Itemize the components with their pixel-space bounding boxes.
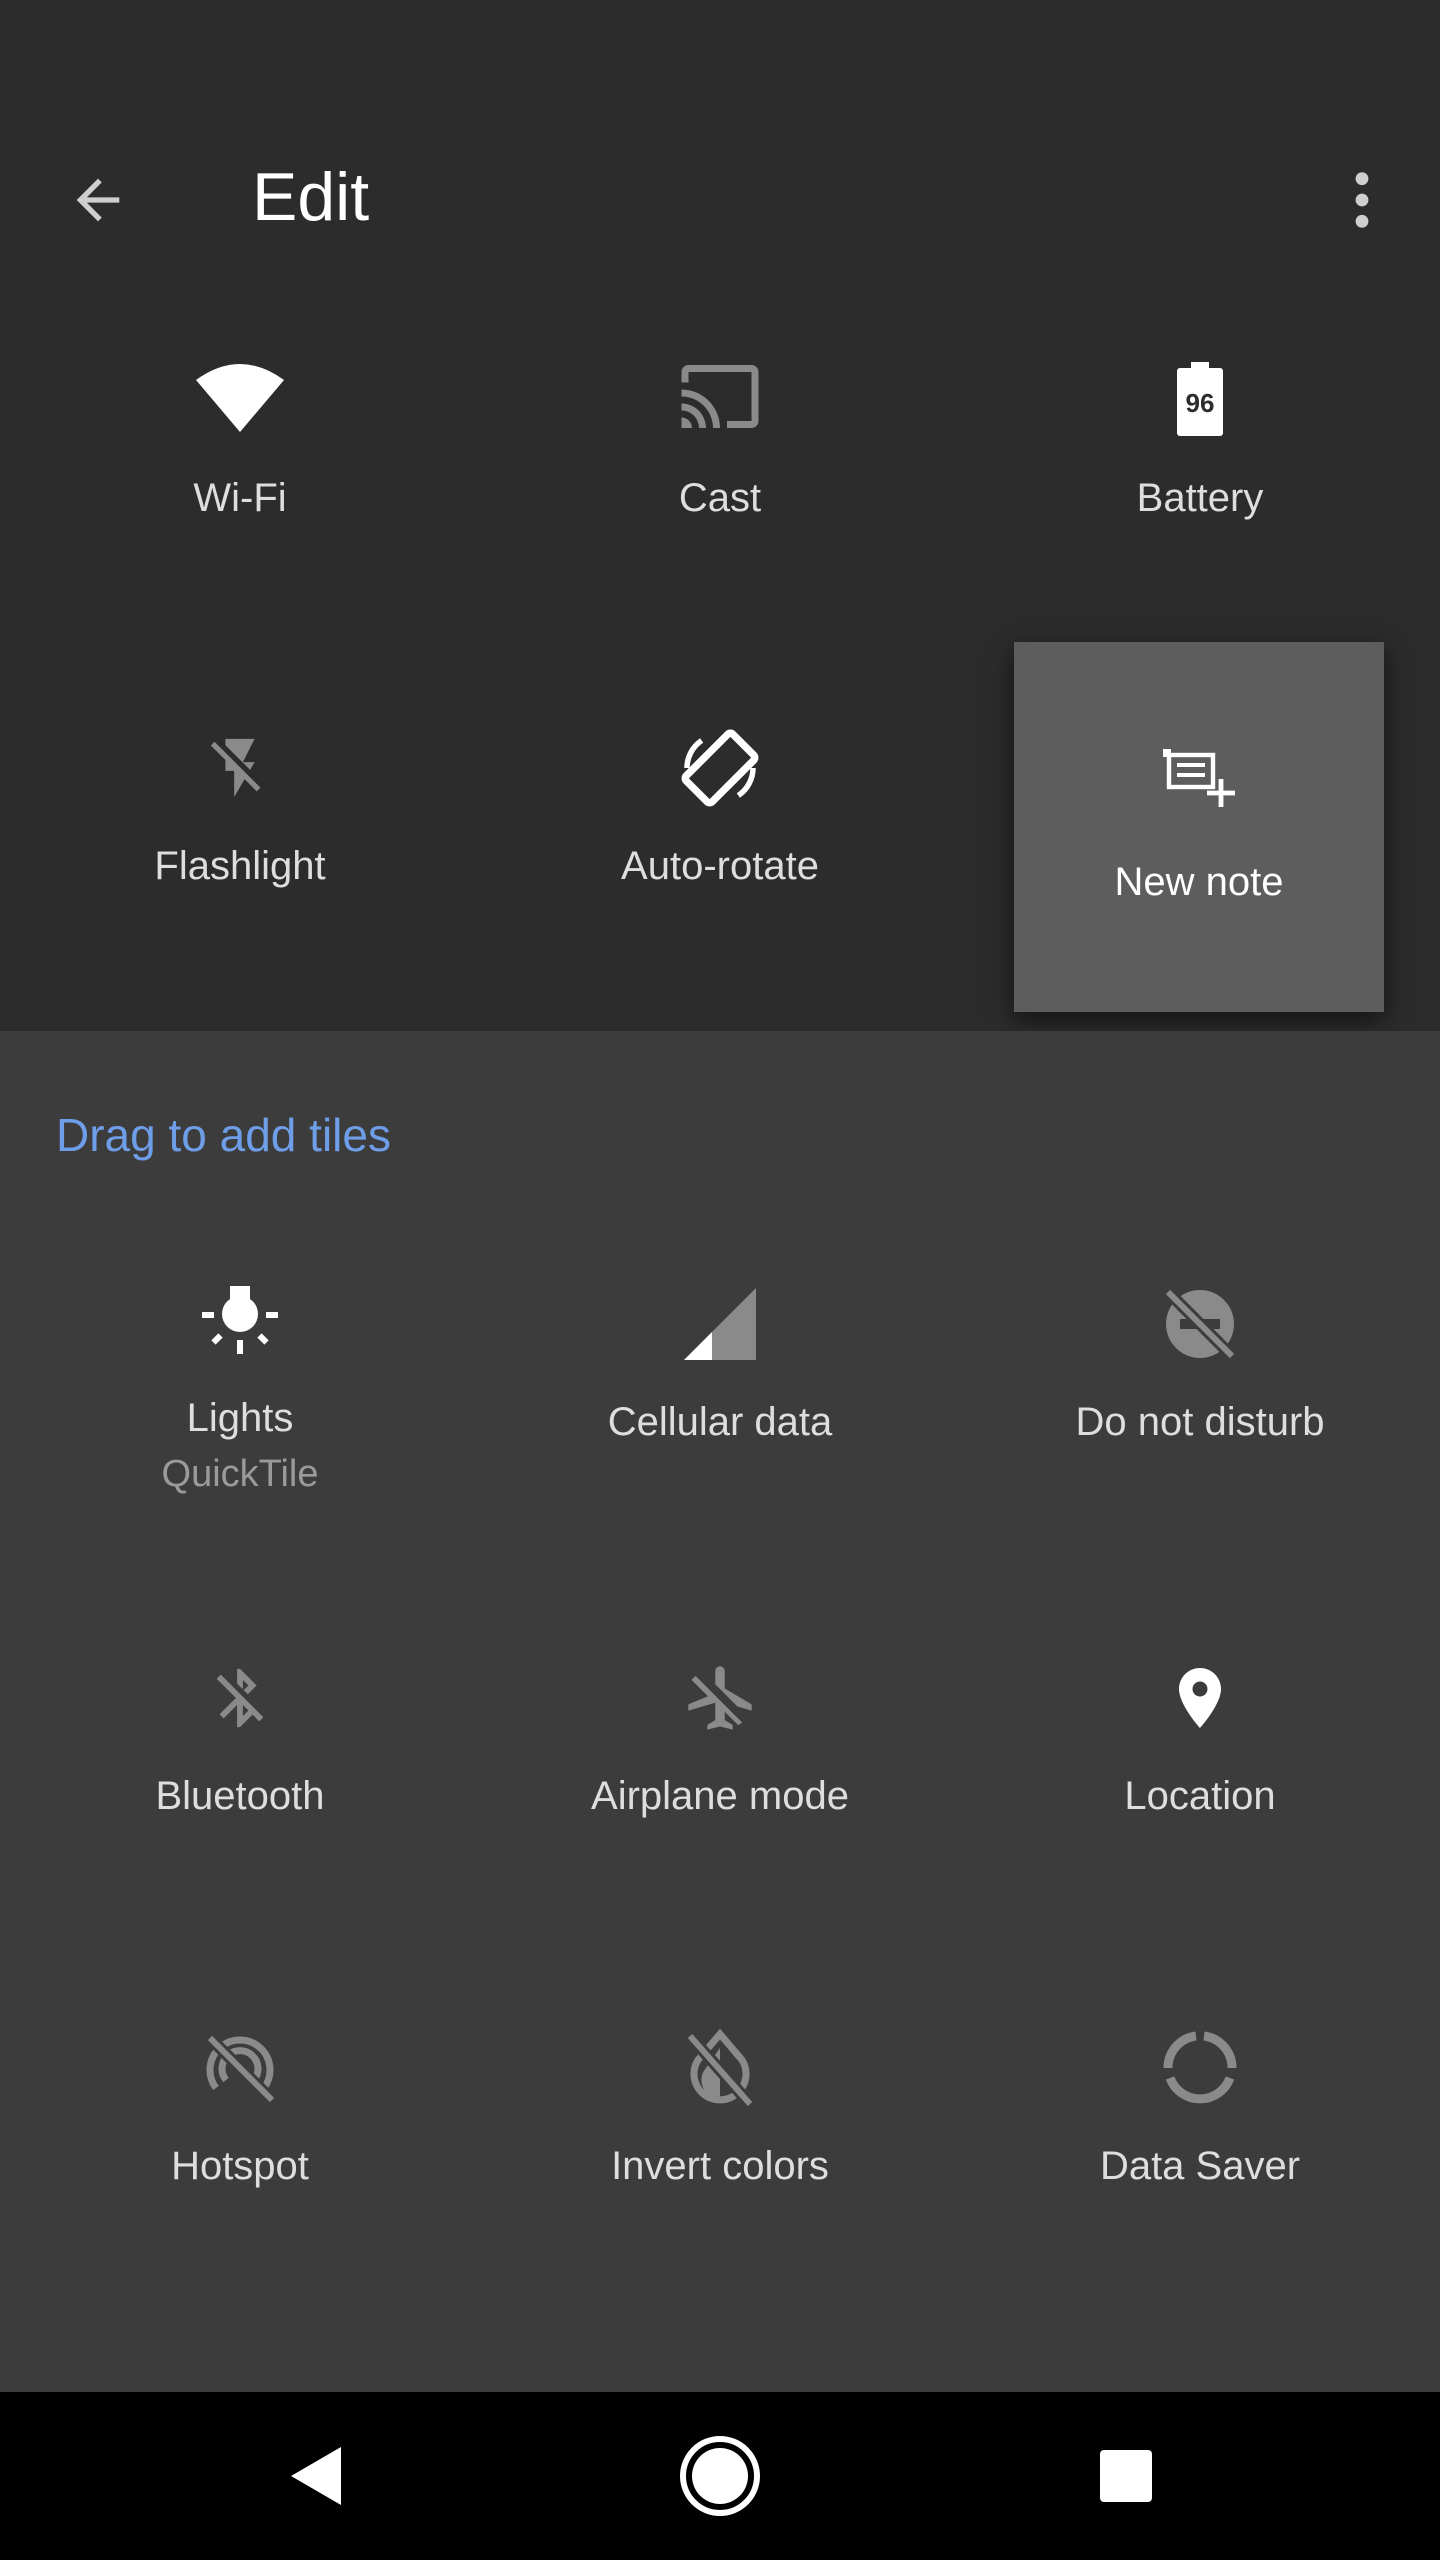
more-options-button[interactable] [1316,150,1408,250]
tile-flashlight[interactable]: Flashlight [0,718,480,889]
nav-back-button[interactable] [266,2426,366,2526]
tile-hotspot[interactable]: Hotspot [0,2018,480,2189]
battery-level-text: 96 [1186,388,1215,418]
bluetooth-off-icon [190,1648,290,1748]
tile-data-saver[interactable]: Data Saver [960,2018,1440,2189]
tile-invert-colors[interactable]: Invert colors [480,2018,960,2189]
tile-cellular-data[interactable]: Cellular data [480,1274,960,1445]
wifi-icon [190,350,290,450]
tile-label: Cast [678,476,762,520]
tile-battery[interactable]: 96 Battery [960,350,1440,521]
location-pin-icon [1150,1648,1250,1748]
cellular-signal-icon [670,1274,770,1374]
tile-location[interactable]: Location [960,1648,1440,1819]
nav-home-button[interactable] [670,2426,770,2526]
tile-label: Wi-Fi [193,476,287,520]
cast-icon [670,350,770,450]
nav-recents-icon [1100,2450,1152,2502]
tile-label: Do not disturb [1075,1400,1325,1444]
nav-recents-button[interactable] [1076,2426,1176,2526]
tile-label: Invert colors [611,2144,829,2188]
tile-label: Hotspot [171,2144,309,2188]
hotspot-off-icon [190,2018,290,2118]
tile-label: Bluetooth [155,1774,325,1818]
auto-rotate-icon [670,718,770,818]
tile-label: Data Saver [1099,2144,1301,2188]
tile-label: Flashlight [154,844,326,888]
tile-do-not-disturb[interactable]: Do not disturb [960,1274,1440,1445]
tile-cast[interactable]: Cast [480,350,960,521]
lights-icon [190,1270,290,1370]
more-vert-icon [1355,172,1369,228]
invert-colors-off-icon [670,2018,770,2118]
nav-back-icon [291,2447,341,2505]
flashlight-off-icon [190,718,290,818]
back-button[interactable] [48,150,148,250]
arrow-back-icon [76,178,120,222]
battery-icon: 96 [1150,350,1250,450]
page-title: Edit [252,159,370,235]
data-saver-icon [1150,2018,1250,2118]
system-navigation-bar [0,2392,1440,2560]
airplane-off-icon [670,1648,770,1748]
tile-label: Cellular data [607,1400,833,1444]
tile-label: Lights [186,1396,294,1440]
do-not-disturb-off-icon [1150,1274,1250,1374]
tile-label: Auto-rotate [621,844,819,888]
tile-label: New note [1114,860,1284,904]
tile-lights[interactable]: Lights QuickTile [0,1270,480,1496]
nav-home-icon [680,2436,760,2516]
tile-label: Airplane mode [591,1774,849,1818]
tile-label: Battery [1136,476,1264,520]
tile-auto-rotate[interactable]: Auto-rotate [480,718,960,889]
drag-to-add-heading: Drag to add tiles [56,1109,391,1161]
tile-new-note[interactable]: New note [1014,642,1384,1012]
tile-wifi[interactable]: Wi-Fi [0,350,480,521]
tile-bluetooth[interactable]: Bluetooth [0,1648,480,1819]
new-note-icon [1149,727,1249,827]
app-bar: Edit [0,0,1440,300]
tile-sublabel: QuickTile [161,1453,319,1495]
tile-airplane-mode[interactable]: Airplane mode [480,1648,960,1819]
tile-label: Location [1124,1774,1276,1818]
